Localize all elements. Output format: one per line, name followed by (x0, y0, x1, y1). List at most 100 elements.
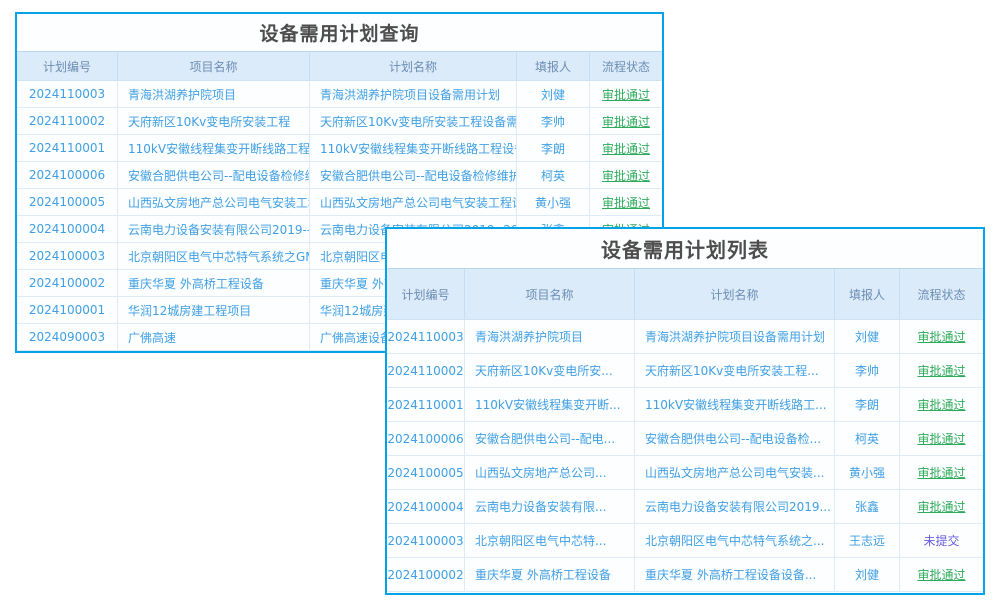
cell-plan-id: 2024110003 (387, 320, 464, 353)
cell-plan-name: 110kV安徽线程集变开断线路工... (634, 388, 834, 421)
status-link[interactable]: 审批通过 (602, 167, 650, 184)
status-link[interactable]: 审批通过 (602, 113, 650, 130)
cell-status: 审批通过 (899, 558, 983, 591)
cell-plan-id: 2024100006 (387, 422, 464, 455)
status-link[interactable]: 未提交 (923, 532, 959, 549)
cell-reporter: 刘健 (834, 558, 899, 591)
cell-reporter: 王志远 (834, 524, 899, 557)
cell-plan-id: 2024100003 (387, 524, 464, 557)
cell-reporter: 刘健 (834, 320, 899, 353)
cell-project-name: 安徽合肥供电公司--配电... (464, 422, 634, 455)
cell-plan-name: 天府新区10Kv变电所安装工程... (634, 354, 834, 387)
table-row[interactable]: 2024110001110kV安徽线程集变开断线路工程110kV安徽线程集变开断… (17, 135, 662, 162)
cell-project-name: 青海洪湖养护院项目 (117, 81, 309, 107)
status-link[interactable]: 审批通过 (917, 328, 965, 345)
cell-project-name: 山西弘文房地产总公司电气安装工程 (117, 189, 309, 215)
cell-project-name: 天府新区10Kv变电所安... (464, 354, 634, 387)
cell-plan-id: 2024110002 (387, 354, 464, 387)
list-table-header: 计划编号项目名称计划名称填报人流程状态 (387, 268, 983, 320)
table-row[interactable]: 2024100002重庆华夏 外高桥工程设备重庆华夏 外高桥工程设备设备...刘… (387, 558, 983, 592)
cell-plan-name: 安徽合肥供电公司--配电设备检... (634, 422, 834, 455)
cell-reporter: 李帅 (516, 108, 589, 134)
cell-plan-name: 安徽合肥供电公司--配电设备检修维护设备需用计划 (309, 162, 516, 188)
cell-plan-id: 2024100005 (387, 456, 464, 489)
table-row[interactable]: 2024100004云南电力设备安装有限...云南电力设备安装有限公司2019.… (387, 490, 983, 524)
table-row[interactable]: 2024100006安徽合肥供电公司--配电设备检修维护安徽合肥供电公司--配电… (17, 162, 662, 189)
cell-reporter: 刘健 (516, 81, 589, 107)
cell-plan-name: 北京朝阳区电气中芯特气系统之... (634, 524, 834, 557)
cell-status: 审批通过 (899, 456, 983, 489)
status-link[interactable]: 审批通过 (917, 362, 965, 379)
status-link[interactable]: 审批通过 (917, 430, 965, 447)
cell-plan-id: 2024100002 (17, 270, 117, 296)
cell-plan-id: 2024100005 (17, 189, 117, 215)
cell-status: 审批通过 (899, 388, 983, 421)
cell-project-name: 云南电力设备安装有限... (464, 490, 634, 523)
cell-status: 审批通过 (899, 320, 983, 353)
table-row[interactable]: 2024110003青海洪湖养护院项目青海洪湖养护院项目设备需用计划刘健审批通过 (17, 81, 662, 108)
column-header: 计划名称 (309, 52, 516, 80)
cell-reporter: 李朗 (834, 388, 899, 421)
cell-plan-id: 2024100002 (387, 558, 464, 591)
cell-plan-name: 云南电力设备安装有限公司2019... (634, 490, 834, 523)
cell-plan-name: 青海洪湖养护院项目设备需用计划 (634, 320, 834, 353)
cell-project-name: 山西弘文房地产总公司... (464, 456, 634, 489)
cell-status: 审批通过 (589, 135, 662, 161)
status-link[interactable]: 审批通过 (917, 566, 965, 583)
cell-plan-name: 天府新区10Kv变电所安装工程设备需用计划 (309, 108, 516, 134)
cell-reporter: 张鑫 (834, 490, 899, 523)
column-header: 项目名称 (464, 269, 634, 319)
status-link[interactable]: 审批通过 (602, 194, 650, 211)
cell-plan-id: 2024100004 (17, 216, 117, 242)
cell-plan-id: 2024110003 (17, 81, 117, 107)
cell-project-name: 北京朝阳区电气中芯特... (464, 524, 634, 557)
cell-project-name: 安徽合肥供电公司--配电设备检修维护 (117, 162, 309, 188)
table-row[interactable]: 2024110003青海洪湖养护院项目青海洪湖养护院项目设备需用计划刘健 审批通过 (387, 320, 983, 354)
cell-reporter: 柯英 (516, 162, 589, 188)
table-row[interactable]: 2024110002天府新区10Kv变电所安...天府新区10Kv变电所安装工程… (387, 354, 983, 388)
cell-status: 审批通过 (899, 422, 983, 455)
table-row[interactable]: 2024110002天府新区10Kv变电所安装工程天府新区10Kv变电所安装工程… (17, 108, 662, 135)
status-link[interactable]: 审批通过 (917, 396, 965, 413)
cell-reporter: 李帅 (834, 354, 899, 387)
column-header: 填报人 (834, 269, 899, 319)
list-table-body: 2024110003青海洪湖养护院项目青海洪湖养护院项目设备需用计划刘健审批通过… (387, 320, 983, 592)
cell-project-name: 重庆华夏 外高桥工程设备 (117, 270, 309, 296)
column-header: 流程状态 (899, 269, 983, 319)
cell-project-name: 云南电力设备安装有限公司2019--2 (117, 216, 309, 242)
cell-plan-name: 山西弘文房地产总公司电气安装... (634, 456, 834, 489)
cell-status: 审批通过 (589, 189, 662, 215)
table-row[interactable]: 2024100003北京朝阳区电气中芯特...北京朝阳区电气中芯特气系统之...… (387, 524, 983, 558)
cell-reporter: 柯英 (834, 422, 899, 455)
cell-reporter: 李朗 (516, 135, 589, 161)
list-window: 设备需用计划列表 计划编号项目名称计划名称填报人流程状态 2024110003青… (385, 227, 985, 595)
query-table-header: 计划编号项目名称计划名称填报人流程状态 (17, 51, 662, 81)
cell-project-name: 北京朝阳区电气中芯特气系统之GM (117, 243, 309, 269)
column-header: 项目名称 (117, 52, 309, 80)
list-window-title: 设备需用计划列表 (387, 229, 983, 268)
cell-status: 审批通过 (899, 354, 983, 387)
cell-plan-id: 2024100003 (17, 243, 117, 269)
cell-plan-id: 2024110001 (17, 135, 117, 161)
table-row[interactable]: 2024100005山西弘文房地产总公司...山西弘文房地产总公司电气安装...… (387, 456, 983, 490)
status-link[interactable]: 审批通过 (602, 86, 650, 103)
table-row[interactable]: 2024110001110kV安徽线程集变开断...110kV安徽线程集变开断线… (387, 388, 983, 422)
status-link[interactable]: 审批通过 (917, 498, 965, 515)
cell-project-name: 110kV安徽线程集变开断线路工程 (117, 135, 309, 161)
cell-project-name: 华润12城房建工程项目 (117, 297, 309, 323)
table-row[interactable]: 2024100006安徽合肥供电公司--配电...安徽合肥供电公司--配电设备检… (387, 422, 983, 456)
cell-plan-id: 2024100004 (387, 490, 464, 523)
cell-project-name: 青海洪湖养护院项目 (464, 320, 634, 353)
query-window-title: 设备需用计划查询 (17, 14, 662, 51)
cell-plan-id: 2024110002 (17, 108, 117, 134)
cell-project-name: 110kV安徽线程集变开断... (464, 388, 634, 421)
column-header: 计划编号 (17, 52, 117, 80)
cell-plan-id: 2024110001 (387, 388, 464, 421)
cell-status: 审批通过 (899, 490, 983, 523)
status-link[interactable]: 审批通过 (602, 140, 650, 157)
column-header: 计划编号 (387, 269, 464, 319)
status-link[interactable]: 审批通过 (917, 464, 965, 481)
cell-plan-name: 重庆华夏 外高桥工程设备设备... (634, 558, 834, 591)
cell-status: 审批通过 (589, 81, 662, 107)
table-row[interactable]: 2024100005山西弘文房地产总公司电气安装工程山西弘文房地产总公司电气安装… (17, 189, 662, 216)
